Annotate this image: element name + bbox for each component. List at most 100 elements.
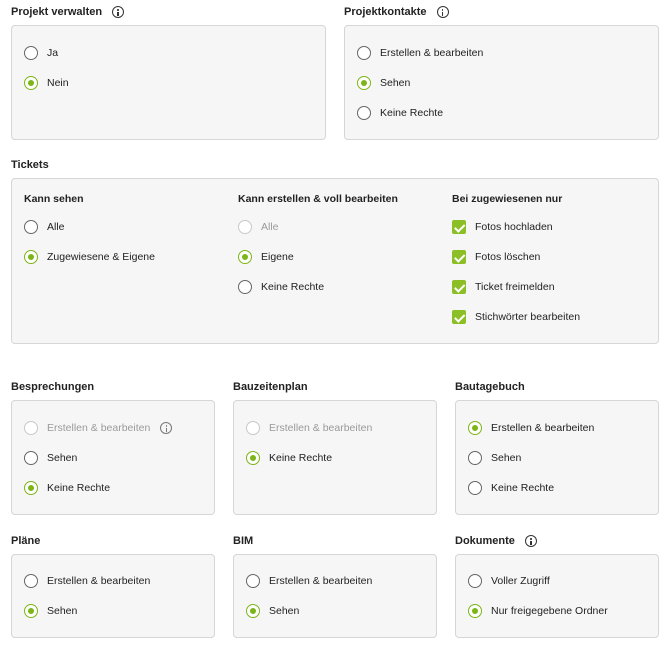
radio-unchecked-icon[interactable]: [357, 46, 371, 60]
option-label: Voller Zugriff: [491, 575, 550, 587]
radio-unchecked-icon[interactable]: [468, 481, 482, 495]
radio-option-erstellen-bearbeiten-disabled: Erstellen & bearbeiten: [24, 420, 173, 436]
info-icon[interactable]: [112, 6, 125, 18]
radio-option-sehen[interactable]: Sehen: [246, 603, 299, 619]
radio-checked-icon[interactable]: [357, 76, 371, 90]
radio-unchecked-icon[interactable]: [238, 280, 252, 294]
checkbox-checked-icon[interactable]: [452, 220, 466, 234]
radio-option-nein[interactable]: Nein: [24, 75, 69, 91]
radio-option-erstellen-bearbeiten[interactable]: Erstellen & bearbeiten: [246, 573, 372, 589]
radio-unchecked-icon[interactable]: [24, 574, 38, 588]
panel-projekt-verwalten: Ja Nein: [11, 25, 326, 140]
radio-checked-icon[interactable]: [246, 604, 260, 618]
radio-disabled-icon: [238, 220, 252, 234]
radio-option-keine-rechte[interactable]: Keine Rechte: [24, 480, 110, 496]
checkbox-fotos-loeschen[interactable]: Fotos löschen: [452, 249, 540, 265]
section-title-bim: BIM: [233, 534, 253, 548]
radio-unchecked-icon[interactable]: [468, 574, 482, 588]
option-label: Keine Rechte: [380, 107, 444, 119]
option-label: Fotos hochladen: [475, 221, 553, 233]
section-title-besprechungen: Besprechungen: [11, 380, 94, 394]
radio-option-keine-rechte[interactable]: Keine Rechte: [238, 279, 324, 295]
checkbox-checked-icon[interactable]: [452, 280, 466, 294]
radio-checked-icon[interactable]: [24, 481, 38, 495]
info-icon[interactable]: [160, 422, 173, 434]
radio-checked-icon[interactable]: [24, 250, 38, 264]
checkbox-checked-icon[interactable]: [452, 310, 466, 324]
radio-checked-icon[interactable]: [24, 604, 38, 618]
option-label: Nein: [47, 77, 69, 89]
section-title-tickets: Tickets: [11, 158, 49, 172]
option-label: Erstellen & bearbeiten: [47, 575, 151, 587]
radio-checked-icon[interactable]: [24, 76, 38, 90]
option-label: Sehen: [380, 77, 411, 89]
radio-unchecked-icon[interactable]: [24, 46, 38, 60]
option-label: Sehen: [47, 452, 78, 464]
radio-checked-icon[interactable]: [246, 451, 260, 465]
radio-option-alle[interactable]: Alle: [24, 219, 65, 235]
section-title-bauzeitenplan: Bauzeitenplan: [233, 380, 308, 394]
section-title-label: Tickets: [11, 159, 49, 171]
option-label: Keine Rechte: [269, 452, 333, 464]
option-label: Erstellen & bearbeiten: [269, 422, 373, 434]
column-heading-kann-erstellen: Kann erstellen & voll bearbeiten: [238, 193, 398, 205]
checkbox-stichwoerter-bearbeiten[interactable]: Stichwörter bearbeiten: [452, 309, 580, 325]
radio-option-erstellen-bearbeiten[interactable]: Erstellen & bearbeiten: [468, 420, 594, 436]
option-label: Stichwörter bearbeiten: [475, 311, 581, 323]
radio-option-erstellen-bearbeiten[interactable]: Erstellen & bearbeiten: [24, 573, 150, 589]
radio-checked-icon[interactable]: [468, 421, 482, 435]
checkbox-fotos-hochladen[interactable]: Fotos hochladen: [452, 219, 553, 235]
radio-option-erstellen-bearbeiten[interactable]: Erstellen & bearbeiten: [357, 45, 483, 61]
radio-disabled-icon: [246, 421, 260, 435]
section-title-label: Projektkontakte: [344, 6, 427, 18]
column-heading-kann-sehen: Kann sehen: [24, 193, 84, 205]
radio-checked-icon[interactable]: [238, 250, 252, 264]
section-title-label: Dokumente: [455, 535, 515, 547]
section-title-plaene: Pläne: [11, 534, 40, 548]
panel-bautagebuch: Erstellen & bearbeiten Sehen Keine Recht…: [455, 400, 659, 515]
checkbox-checked-icon[interactable]: [452, 250, 466, 264]
section-title-label: Besprechungen: [11, 381, 95, 393]
radio-unchecked-icon[interactable]: [468, 451, 482, 465]
section-title-dokumente: Dokumente: [455, 534, 537, 548]
option-label: Sehen: [47, 605, 78, 617]
panel-projektkontakte: Erstellen & bearbeiten Sehen Keine Recht…: [344, 25, 659, 140]
option-label: Fotos löschen: [475, 251, 541, 263]
radio-option-voller-zugriff[interactable]: Voller Zugriff: [468, 573, 550, 589]
section-title-projektkontakte: Projektkontakte: [344, 5, 449, 19]
option-label: Ja: [47, 47, 59, 59]
option-label: Erstellen & bearbeiten: [269, 575, 373, 587]
radio-option-keine-rechte[interactable]: Keine Rechte: [468, 480, 554, 496]
section-title-label: Bautagebuch: [455, 381, 525, 393]
option-label: Zugewiesene & Eigene: [47, 251, 155, 263]
radio-option-zugewiesene-eigene[interactable]: Zugewiesene & Eigene: [24, 249, 155, 265]
info-icon[interactable]: [524, 535, 537, 547]
radio-option-sehen[interactable]: Sehen: [24, 603, 77, 619]
radio-option-sehen[interactable]: Sehen: [357, 75, 410, 91]
radio-option-alle-disabled: Alle: [238, 219, 279, 235]
panel-tickets: Kann sehen Alle Zugewiesene & Eigene Kan…: [11, 178, 659, 344]
panel-besprechungen: Erstellen & bearbeiten Sehen Keine Recht…: [11, 400, 215, 515]
radio-option-erstellen-bearbeiten-disabled: Erstellen & bearbeiten: [246, 420, 372, 436]
radio-option-eigene[interactable]: Eigene: [238, 249, 294, 265]
section-title-label: Pläne: [11, 535, 41, 547]
radio-unchecked-icon[interactable]: [246, 574, 260, 588]
radio-unchecked-icon[interactable]: [357, 106, 371, 120]
info-icon[interactable]: [436, 6, 449, 18]
radio-checked-icon[interactable]: [468, 604, 482, 618]
radio-option-ja[interactable]: Ja: [24, 45, 58, 61]
radio-option-keine-rechte[interactable]: Keine Rechte: [246, 450, 332, 466]
option-label: Alle: [261, 221, 279, 233]
radio-option-nur-freigegebene-ordner[interactable]: Nur freigegebene Ordner: [468, 603, 608, 619]
radio-unchecked-icon[interactable]: [24, 451, 38, 465]
option-label: Keine Rechte: [491, 482, 555, 494]
panel-bim: Erstellen & bearbeiten Sehen: [233, 554, 437, 638]
option-label: Alle: [47, 221, 65, 233]
checkbox-ticket-freimelden[interactable]: Ticket freimelden: [452, 279, 555, 295]
radio-option-sehen[interactable]: Sehen: [24, 450, 77, 466]
radio-option-sehen[interactable]: Sehen: [468, 450, 521, 466]
section-title-label: Projekt verwalten: [11, 6, 103, 18]
radio-option-keine-rechte[interactable]: Keine Rechte: [357, 105, 443, 121]
radio-unchecked-icon[interactable]: [24, 220, 38, 234]
option-label: Ticket freimelden: [475, 281, 555, 293]
